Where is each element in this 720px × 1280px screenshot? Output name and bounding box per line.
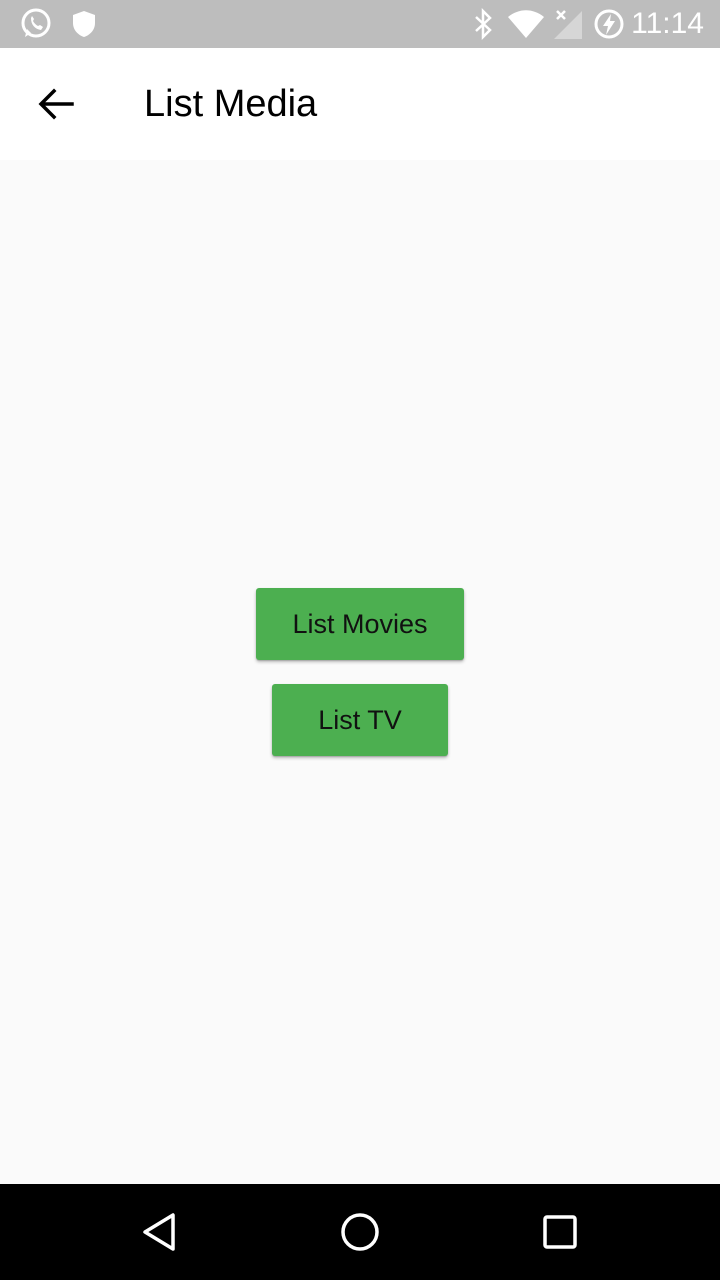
nav-home-button[interactable] [320,1192,400,1272]
list-movies-button[interactable]: List Movies [256,588,464,660]
status-bar: 11:14 [0,0,720,48]
wifi-icon [506,0,546,48]
battery-charging-icon [592,0,626,48]
app-bar: List Media [0,48,720,160]
nav-back-button[interactable] [120,1192,200,1272]
back-triangle-icon [140,1212,180,1252]
home-circle-icon [340,1212,380,1252]
nav-recents-button[interactable] [520,1192,600,1272]
signal-off-icon [552,0,584,48]
recents-square-icon [542,1214,578,1250]
bluetooth-icon [470,0,498,48]
page-title: List Media [144,83,318,125]
arrow-back-icon [38,86,74,122]
main-content: List Movies List TV [0,160,720,1184]
status-time: 11:14 [631,7,704,40]
shield-icon [70,0,98,48]
list-tv-button[interactable]: List TV [272,684,448,756]
navigation-bar [0,1184,720,1280]
back-button[interactable] [16,64,96,144]
whatsapp-icon [18,0,54,48]
